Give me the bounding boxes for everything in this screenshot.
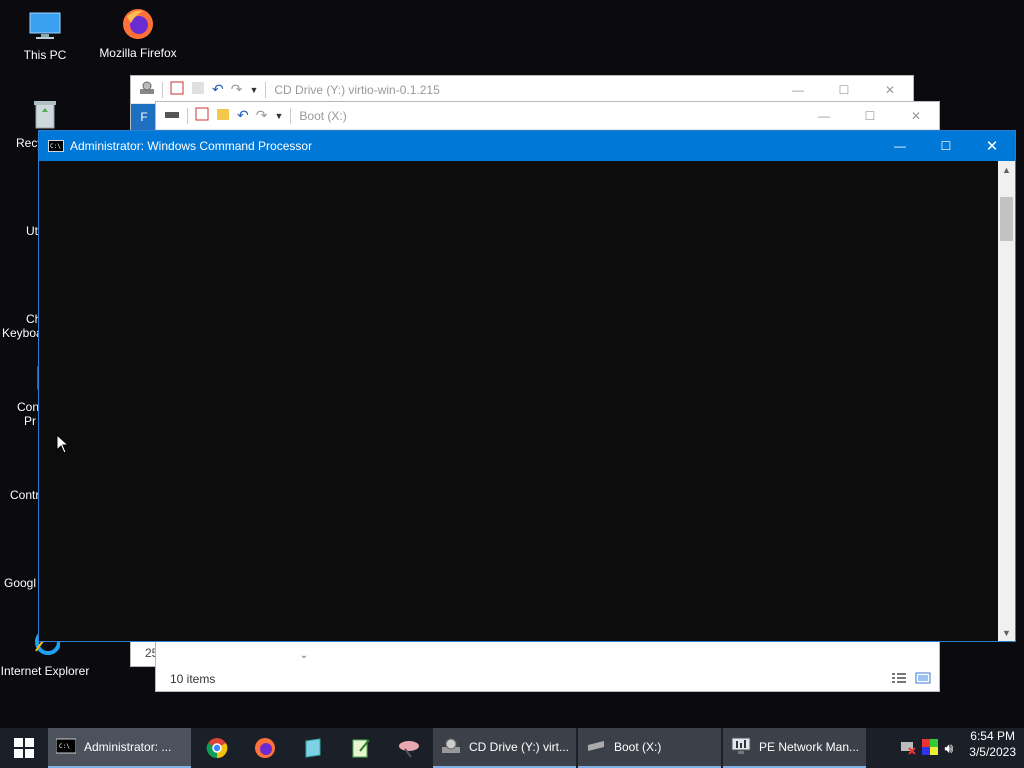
taskbar-pin-edit[interactable] [337,728,385,768]
desktop-icon-label: Mozilla Firefox [99,46,177,60]
taskbar-app-network-manager[interactable]: PE Network Man... [723,728,866,768]
network-manager-icon [731,737,751,758]
chevron-down-icon[interactable]: ▼ [249,85,258,95]
clock[interactable]: 6:54 PM 3/5/2023 [961,728,1024,768]
undo-icon[interactable]: ↶ [237,107,249,124]
console-area[interactable] [39,161,998,641]
taskbar-pin-chrome[interactable] [193,728,241,768]
vertical-scrollbar[interactable]: ▲ ▼ [998,161,1015,641]
chevron-down-icon[interactable]: ▼ [274,111,283,121]
taskbar-pin-notepad[interactable] [289,728,337,768]
taskbar-app-label: PE Network Man... [759,740,858,754]
desktop-icon-label: This PC [23,48,67,62]
this-pc-icon [27,8,63,44]
cmd-titlebar[interactable]: C:\ Administrator: Windows Command Proce… [39,131,1015,161]
cmd-icon: C:\ [48,140,64,152]
quick-access-toolbar: ↶ ↷ ▼ [131,81,267,98]
taskbar-app-label: CD Drive (Y:) virt... [469,740,568,754]
nav-pane-scroll-down[interactable]: ⌄ [297,650,311,664]
redo-icon[interactable]: ↷ [231,81,243,98]
window-title: Administrator: Windows Command Processor [70,139,313,153]
desktop-icon-firefox[interactable]: Mozilla Firefox [93,6,183,60]
edit-icon [352,739,370,758]
drive-icon [586,739,606,756]
cmd-icon: C:\ [55,738,77,757]
scroll-up-button[interactable]: ▲ [998,161,1015,178]
close-button[interactable]: ✕ [969,131,1015,161]
item-count: 10 items [170,672,216,686]
taskbar-app-label: Boot (X:) [614,740,662,754]
minimize-button[interactable]: — [801,102,847,130]
ribbon-file-tab[interactable]: F [131,104,157,130]
taskbar-app-label: Administrator: ... [84,740,172,754]
svg-text:C:\: C:\ [59,743,70,750]
status-bar: 10 items [156,667,939,691]
taskbar-pin-firefox[interactable] [241,728,289,768]
explorer-titlebar[interactable]: ↶ ↷ ▼ CD Drive (Y:) virtio-win-0.1.215 —… [131,76,913,104]
minimize-button[interactable]: — [877,131,923,161]
scroll-thumb[interactable] [1000,197,1013,241]
undo-icon[interactable]: ↶ [212,81,224,98]
clock-date: 3/5/2023 [969,745,1016,759]
display-settings-icon[interactable] [922,738,939,758]
maximize-button[interactable]: ☐ [923,131,969,161]
cmd-window[interactable]: C:\ Administrator: Windows Command Proce… [38,130,1016,642]
desktop-icon-this-pc[interactable]: This PC [0,8,90,62]
window-title: Boot (X:) [299,108,347,123]
network-disconnected-icon[interactable] [900,739,917,758]
large-icons-view-icon[interactable] [915,672,931,687]
minimize-button[interactable]: — [775,76,821,104]
taskbar-app-boot[interactable]: Boot (X:) [578,728,721,768]
windows-logo-icon [14,738,34,758]
taskbar-app-cmd[interactable]: C:\ Administrator: ... [48,728,191,768]
window-title: CD Drive (Y:) virtio-win-0.1.215 [274,82,440,97]
properties-icon[interactable] [170,81,184,98]
taskbar: C:\ Administrator: ... CD Drive (Y:) vir… [0,728,1024,768]
maximize-button[interactable]: ☐ [821,76,867,104]
details-view-icon[interactable] [891,672,907,687]
clock-time: 6:54 PM [970,729,1015,743]
new-folder-icon[interactable] [191,81,205,98]
close-button[interactable]: ✕ [867,76,913,104]
recycle-bin-icon [27,96,63,132]
start-button[interactable] [0,728,48,768]
volume-icon[interactable]: 🔊︎ [944,740,953,757]
chrome-icon [206,738,228,759]
redo-icon[interactable]: ↷ [256,107,268,124]
satellite-icon [399,741,419,758]
cd-drive-icon [441,738,461,757]
taskbar-app-cd-drive[interactable]: CD Drive (Y:) virt... [433,728,576,768]
scroll-down-button[interactable]: ▼ [998,624,1015,641]
taskbar-pin-satellite[interactable] [385,728,433,768]
firefox-icon [255,738,275,758]
drive-icon [164,108,180,123]
notepad-icon [305,738,321,758]
explorer-titlebar[interactable]: ↶ ↷ ▼ Boot (X:) — ☐ ✕ [156,102,939,130]
firefox-icon [120,6,156,42]
properties-icon[interactable] [195,107,209,124]
mouse-cursor-icon [56,433,70,457]
quick-access-toolbar: ↶ ↷ ▼ [156,107,292,124]
new-folder-icon[interactable] [216,107,230,124]
system-tray: 🔊︎ [900,728,961,768]
cd-drive-icon [139,81,155,98]
desktop-icon-label: Internet Explorer [0,664,90,678]
maximize-button[interactable]: ☐ [847,102,893,130]
close-button[interactable]: ✕ [893,102,939,130]
